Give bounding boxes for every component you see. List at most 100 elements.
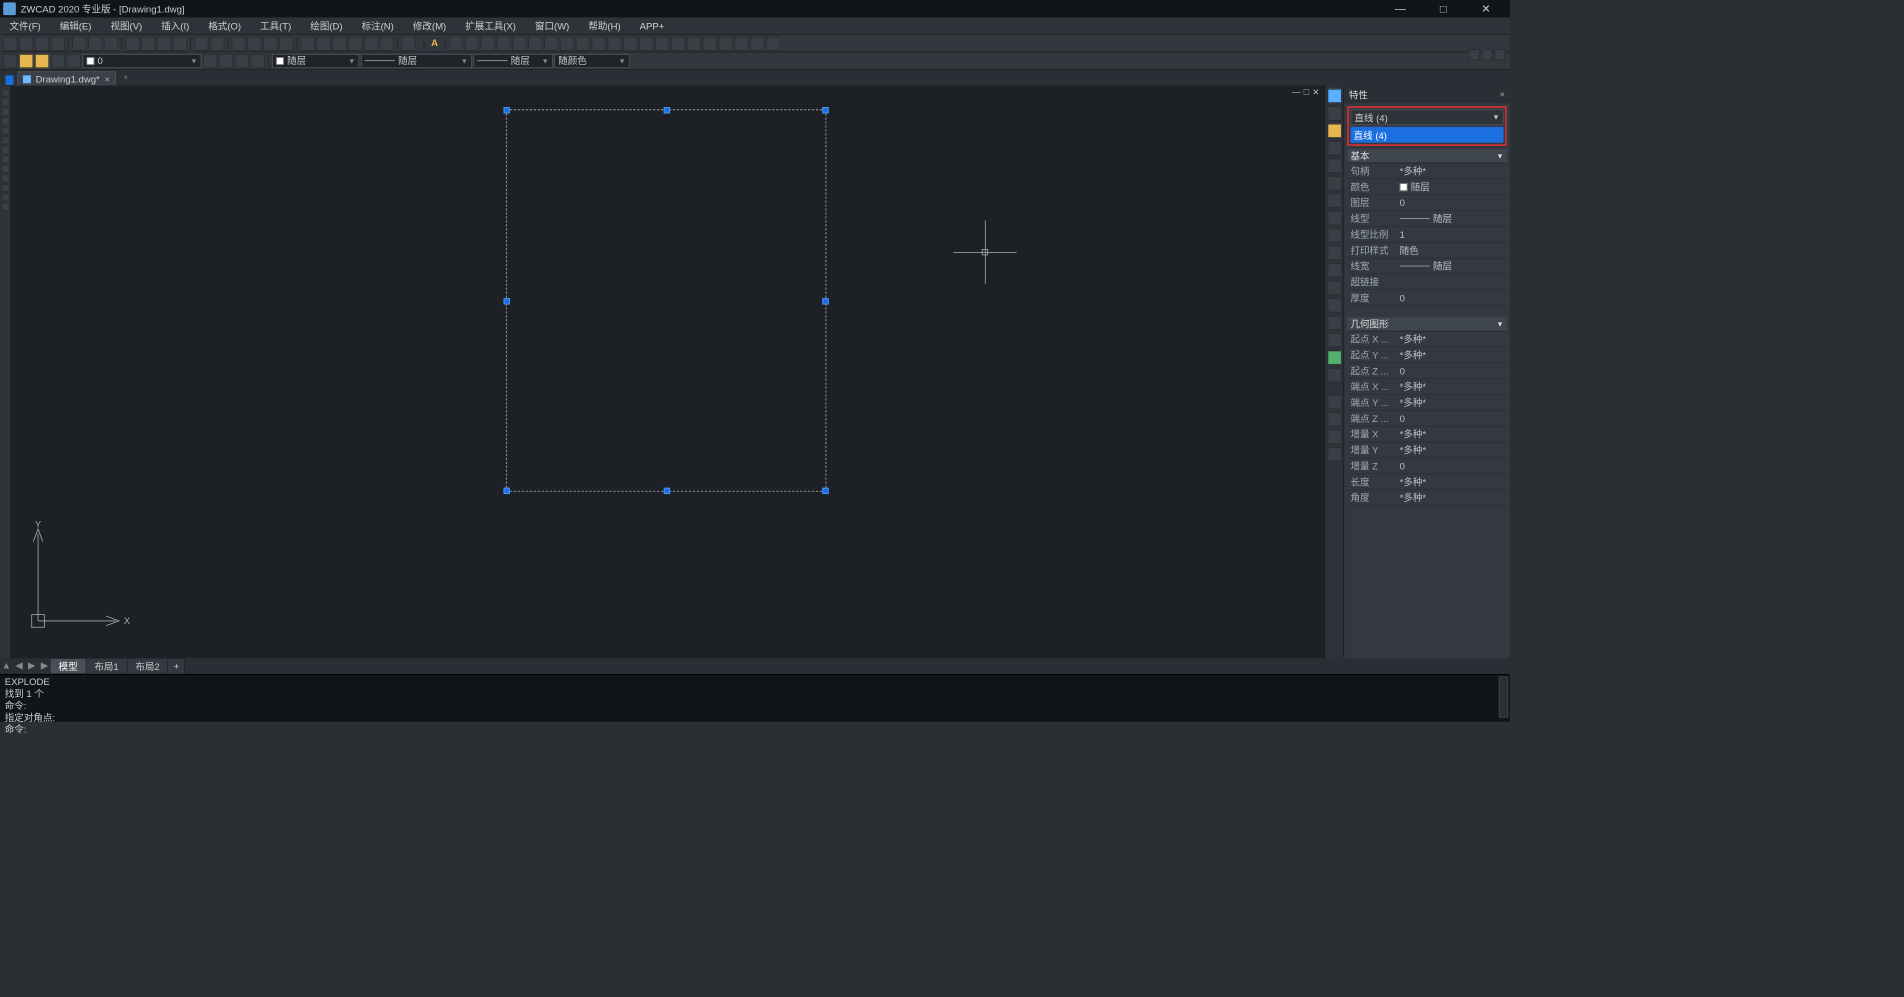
tool-icon[interactable] — [364, 36, 378, 50]
annot2-icon[interactable] — [465, 36, 479, 50]
prev-tab-icon[interactable]: ◀ — [13, 660, 26, 673]
rt18-icon[interactable] — [1327, 395, 1341, 409]
grip-tm[interactable] — [664, 107, 670, 113]
prop-delta-z[interactable]: 增量 Z0 — [1347, 458, 1506, 474]
annot20-icon[interactable] — [750, 36, 764, 50]
doc-arrow-icon[interactable] — [5, 75, 15, 86]
maximize-button[interactable]: □ — [1429, 2, 1458, 15]
menu-modify[interactable]: 修改(M) — [403, 19, 455, 32]
restore-viewport-icon[interactable]: □ — [1304, 87, 1309, 97]
menu-file[interactable]: 文件(F) — [0, 19, 50, 32]
rt2-icon[interactable] — [1327, 106, 1341, 120]
menu-ext[interactable]: 扩展工具(X) — [456, 19, 526, 32]
drawing-canvas[interactable]: — □ ✕ Y X — [11, 86, 1324, 659]
props-icon[interactable] — [316, 36, 330, 50]
rt17-icon[interactable] — [1327, 368, 1341, 382]
text-tool-icon[interactable] — [1, 184, 9, 192]
close-viewport-icon[interactable]: ✕ — [1312, 87, 1319, 97]
save-icon[interactable] — [35, 36, 49, 50]
ellipse-tool-icon[interactable] — [1, 146, 9, 154]
grip-ml[interactable] — [504, 298, 510, 304]
layer-combo[interactable]: 0 ▼ — [82, 54, 201, 68]
select-obj-icon[interactable] — [1481, 49, 1492, 60]
block-icon[interactable] — [380, 36, 394, 50]
annot11-icon[interactable] — [607, 36, 621, 50]
lineweight-combo[interactable]: 随层 ▼ — [473, 54, 552, 68]
color-combo[interactable]: 随层 ▼ — [272, 54, 359, 68]
prop-hyperlink[interactable]: 超链接 — [1347, 274, 1506, 290]
annot8-icon[interactable] — [560, 36, 574, 50]
prop-start-x[interactable]: 起点 X ...*多种* — [1347, 331, 1506, 347]
prop-length[interactable]: 长度*多种* — [1347, 474, 1506, 490]
minimize-button[interactable]: — — [1386, 2, 1415, 15]
annot9-icon[interactable] — [576, 36, 590, 50]
rt1-icon[interactable] — [1327, 89, 1341, 103]
rt7-icon[interactable] — [1327, 193, 1341, 207]
annot16-icon[interactable] — [687, 36, 701, 50]
scrollbar[interactable] — [1499, 676, 1509, 717]
first-tab-icon[interactable]: ▲ — [0, 660, 13, 673]
undo-icon[interactable] — [194, 36, 208, 50]
zoomwin-icon[interactable] — [263, 36, 277, 50]
calc-icon[interactable] — [332, 36, 346, 50]
annot10-icon[interactable] — [592, 36, 606, 50]
zoomprev-icon[interactable] — [279, 36, 293, 50]
grip-bm[interactable] — [664, 488, 670, 494]
table-tool-icon[interactable] — [1, 203, 9, 211]
annot3-icon[interactable] — [481, 36, 495, 50]
annot1-icon[interactable] — [449, 36, 463, 50]
prop-start-z[interactable]: 起点 Z ...0 — [1347, 363, 1506, 379]
grip-bl[interactable] — [504, 488, 510, 494]
menu-dim[interactable]: 标注(N) — [352, 19, 403, 32]
selection-type-option[interactable]: 直线 (4) — [1350, 127, 1503, 143]
hatch-tool-icon[interactable] — [1, 165, 9, 173]
prop-delta-x[interactable]: 增量 X*多种* — [1347, 427, 1506, 443]
annot13-icon[interactable] — [639, 36, 653, 50]
pline-tool-icon[interactable] — [1, 98, 9, 106]
menu-view[interactable]: 视图(V) — [101, 19, 152, 32]
menu-draw[interactable]: 绘图(D) — [301, 19, 352, 32]
close-tab-icon[interactable]: × — [104, 73, 110, 84]
annot12-icon[interactable] — [623, 36, 637, 50]
menu-format[interactable]: 格式(O) — [199, 19, 251, 32]
lay3-icon[interactable] — [235, 54, 249, 68]
print-layer-icon[interactable] — [67, 54, 81, 68]
layermgr-icon[interactable] — [3, 54, 17, 68]
print-icon[interactable] — [72, 36, 86, 50]
minimize-viewport-icon[interactable]: — — [1292, 87, 1301, 97]
command-line[interactable]: EXPLODE 找到 1 个 命令: 指定对角点: 命令: — [0, 674, 1510, 722]
prop-angle[interactable]: 角度*多种* — [1347, 490, 1506, 506]
menu-app[interactable]: APP+ — [630, 20, 674, 31]
next-tab-icon[interactable]: ▶ — [25, 660, 38, 673]
redo-icon[interactable] — [210, 36, 224, 50]
spline-tool-icon[interactable] — [1, 155, 9, 163]
rt19-icon[interactable] — [1327, 412, 1341, 426]
saveas-icon[interactable] — [51, 36, 65, 50]
lay4-icon[interactable] — [251, 54, 265, 68]
grip-tl[interactable] — [504, 107, 510, 113]
cut-icon[interactable] — [125, 36, 139, 50]
prop-end-x[interactable]: 端点 X ...*多种* — [1347, 379, 1506, 395]
annot21-icon[interactable] — [766, 36, 780, 50]
sun-icon[interactable] — [35, 54, 49, 68]
linetype-combo[interactable]: 随层 ▼ — [361, 54, 472, 68]
menu-edit[interactable]: 编辑(E) — [50, 19, 101, 32]
tab-layout2[interactable]: 布局2 — [127, 659, 168, 673]
annot7-icon[interactable] — [544, 36, 558, 50]
rt15-icon[interactable] — [1327, 333, 1341, 347]
rt10-icon[interactable] — [1327, 246, 1341, 260]
annot6-icon[interactable] — [528, 36, 542, 50]
new-icon[interactable] — [3, 36, 17, 50]
polygon-tool-icon[interactable] — [1, 136, 9, 144]
arc-tool-icon[interactable] — [1, 117, 9, 125]
rt9-icon[interactable] — [1327, 228, 1341, 242]
menu-window[interactable]: 窗口(W) — [525, 19, 578, 32]
selection-rectangle[interactable] — [506, 109, 826, 491]
design-icon[interactable] — [348, 36, 362, 50]
toggle-pick-icon[interactable] — [1494, 49, 1505, 60]
circle-tool-icon[interactable] — [1, 108, 9, 116]
rt21-icon[interactable] — [1327, 447, 1341, 461]
prop-layer[interactable]: 图层0 — [1347, 195, 1506, 211]
annot19-icon[interactable] — [734, 36, 748, 50]
grip-mr[interactable] — [822, 298, 828, 304]
